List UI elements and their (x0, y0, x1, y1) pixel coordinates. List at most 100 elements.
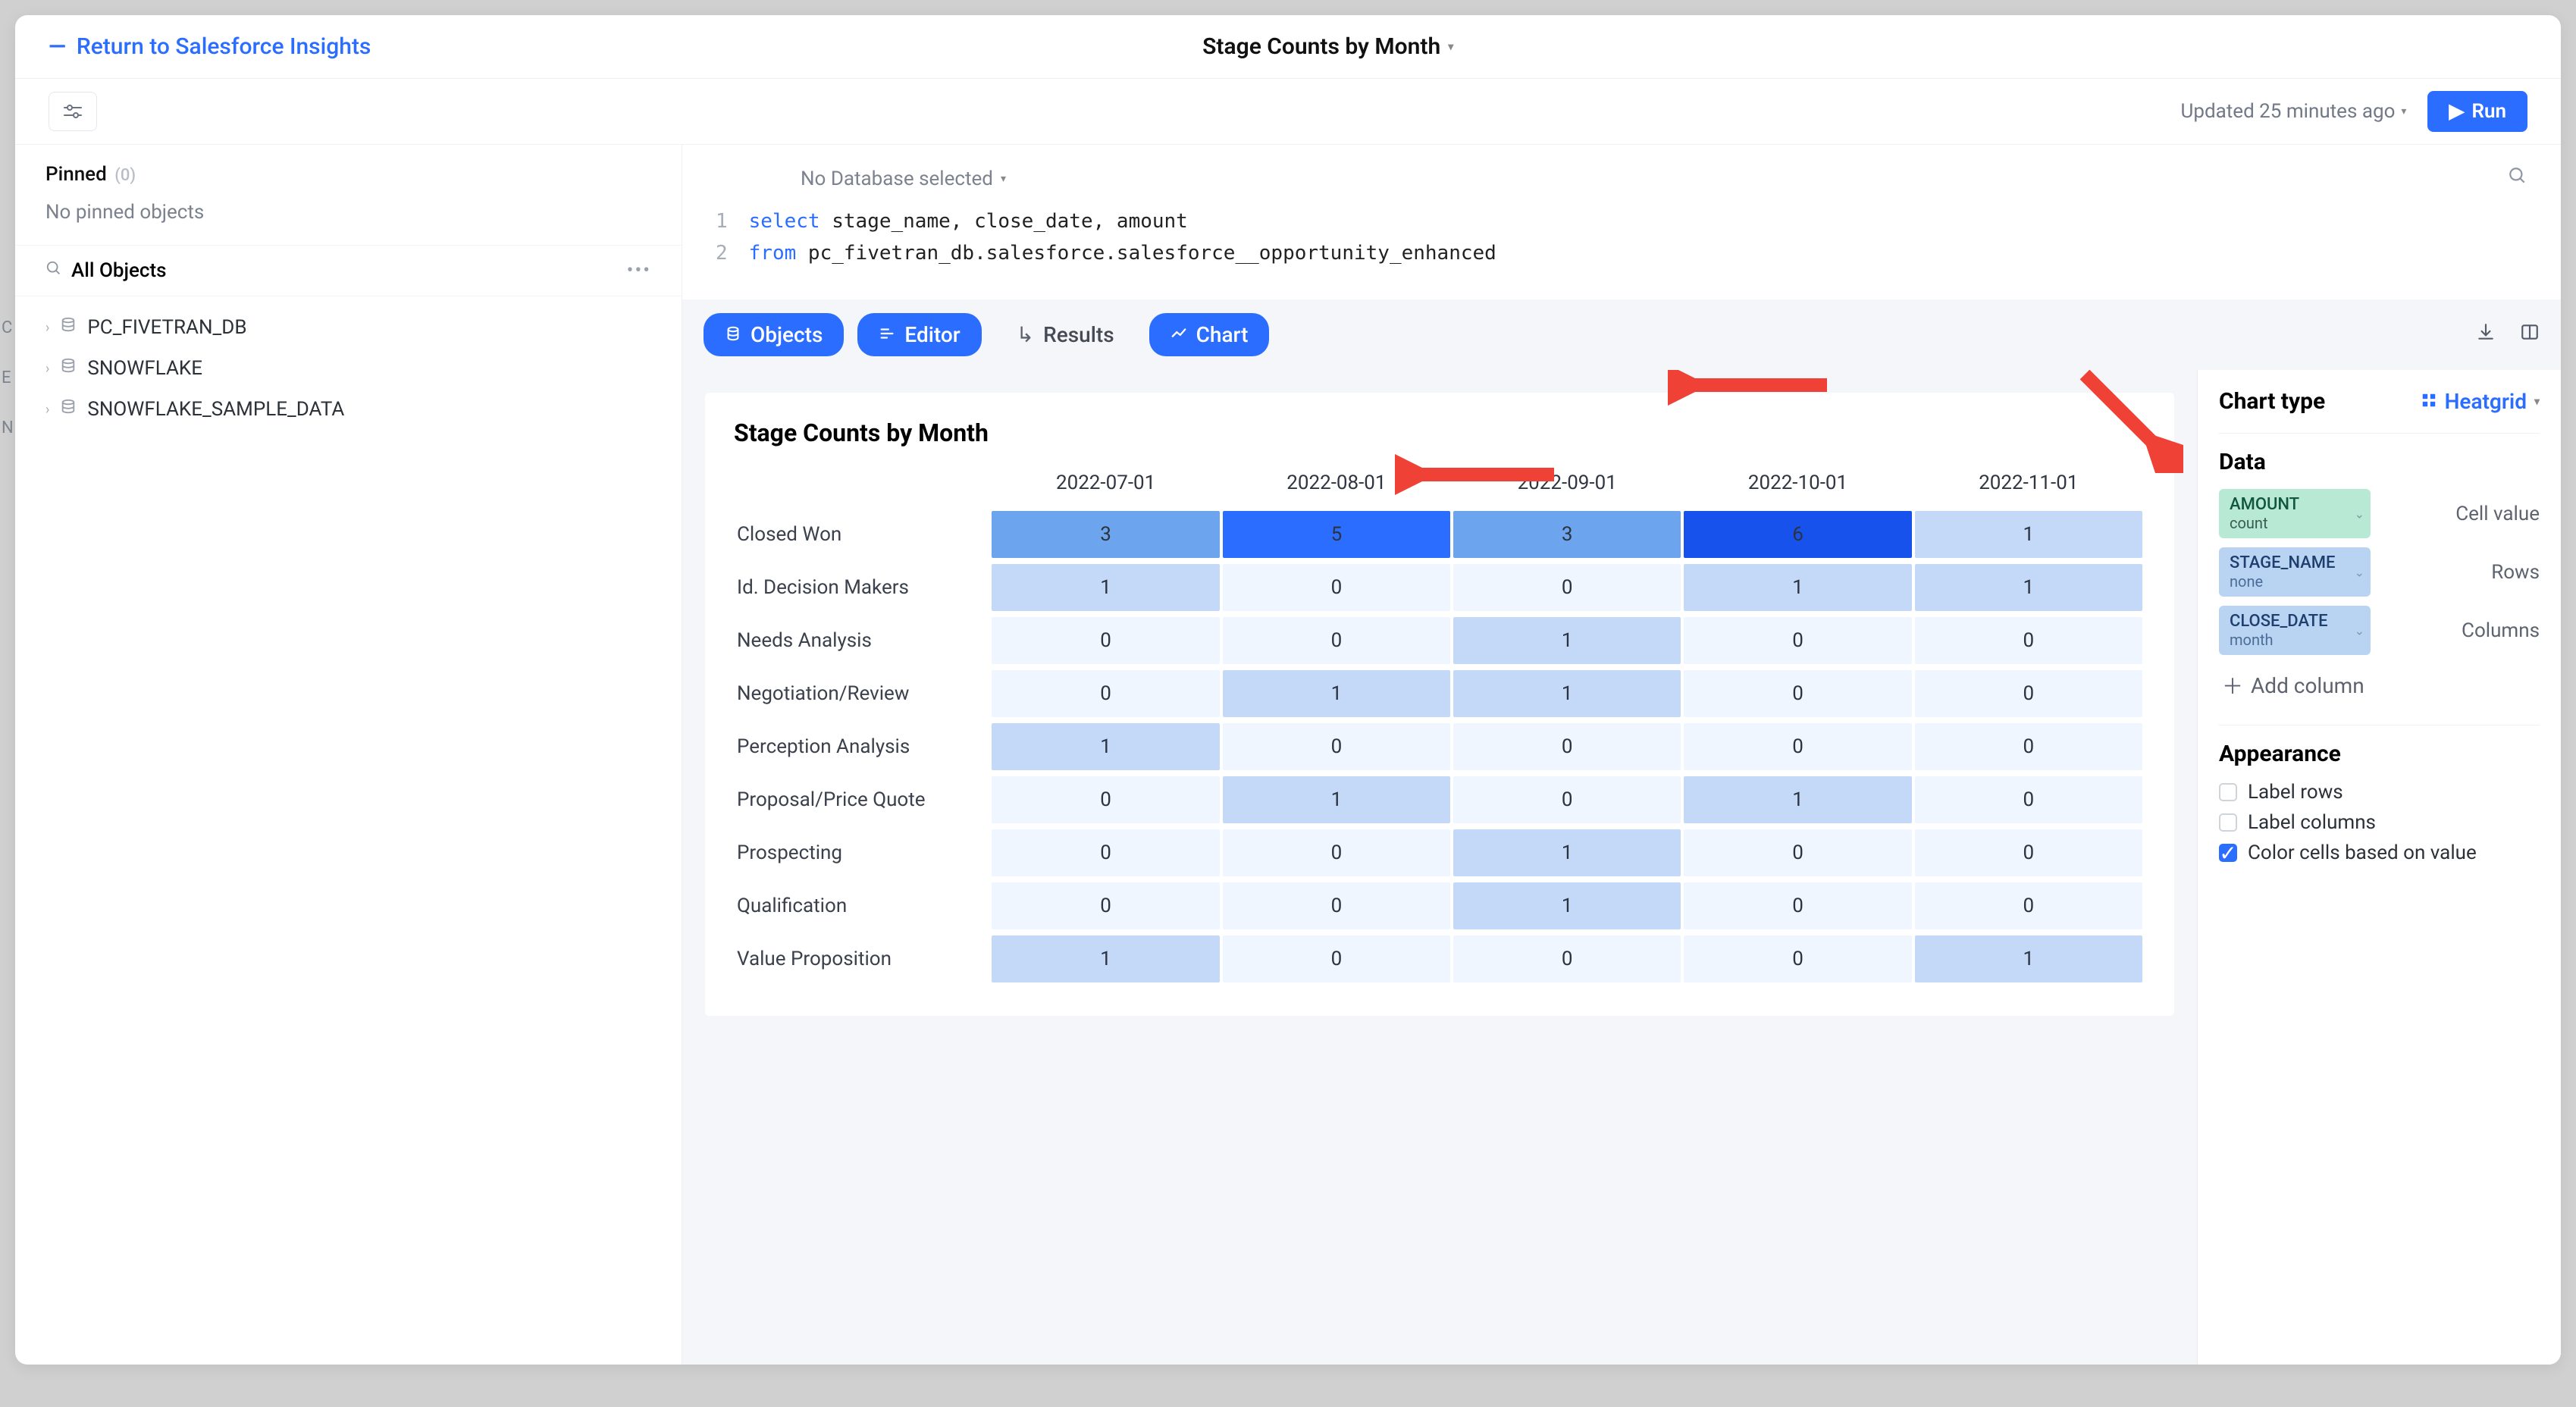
heatgrid-cell[interactable]: 0 (1223, 564, 1450, 611)
heatgrid-row: Closed Won35361 (737, 511, 2142, 558)
sidebar: Pinned (0) No pinned objects All Objects… (15, 145, 682, 1365)
heatgrid-cell[interactable]: 0 (1453, 564, 1681, 611)
heatgrid-cell[interactable]: 1 (992, 723, 1219, 770)
heatgrid-cell[interactable]: 1 (1453, 882, 1681, 929)
option-color-cells[interactable]: ✓ Color cells based on value (2219, 841, 2540, 864)
heatgrid-cell[interactable]: 0 (1684, 617, 1911, 664)
heatgrid-cell[interactable]: 1 (992, 935, 1219, 982)
filters-button[interactable] (49, 92, 97, 131)
heatgrid-cell[interactable]: 5 (1223, 511, 1450, 558)
run-button[interactable]: ▶ Run (2427, 91, 2527, 132)
heatgrid-cell[interactable]: 0 (992, 617, 1219, 664)
chip-cell-value[interactable]: AMOUNT count ⌄ (2219, 489, 2371, 538)
option-label-columns[interactable]: Label columns (2219, 811, 2540, 834)
chip-field: AMOUNT (2230, 495, 2299, 514)
objects-icon (725, 322, 741, 347)
updated-status[interactable]: Updated 25 minutes ago ▾ (2181, 100, 2407, 123)
minus-icon: — (49, 33, 66, 60)
heatgrid-cell[interactable]: 0 (1223, 723, 1450, 770)
heatgrid-cell[interactable]: 1 (1915, 935, 2142, 982)
search-icon (2508, 166, 2527, 186)
heatgrid-cell[interactable]: 0 (1684, 829, 1911, 876)
tree-item-label: PC_FIVETRAN_DB (87, 316, 246, 339)
tab-results[interactable]: ↳ Results (995, 313, 1136, 356)
heatgrid-row: Value Proposition10001 (737, 935, 2142, 982)
chip-field: CLOSE_DATE (2230, 612, 2328, 631)
heatgrid-cell[interactable]: 1 (1223, 670, 1450, 717)
return-link[interactable]: — Return to Salesforce Insights (49, 33, 371, 60)
tab-label: Chart (1196, 322, 1249, 347)
tree-item-db[interactable]: › SNOWFLAKE_SAMPLE_DATA (30, 389, 666, 430)
option-label-rows[interactable]: Label rows (2219, 781, 2540, 804)
tab-label: Objects (751, 322, 823, 347)
sql-editor[interactable]: 1 2 select stage_name, close_date, amoun… (682, 191, 2561, 299)
chart-type-selector[interactable]: Heatgrid ▾ (2421, 389, 2540, 414)
heatgrid-cell[interactable]: 0 (1915, 617, 2142, 664)
all-objects-heading[interactable]: All Objects (45, 259, 167, 282)
heatgrid-cell[interactable]: 0 (992, 829, 1219, 876)
heatgrid-cell[interactable]: 0 (1453, 723, 1681, 770)
editor-icon (879, 322, 895, 347)
heatgrid-cell[interactable]: 0 (1684, 723, 1911, 770)
add-column-button[interactable]: ＋ Add column (2219, 664, 2540, 707)
heatgrid-cell[interactable]: 1 (1453, 829, 1681, 876)
heatgrid-cell[interactable]: 0 (992, 882, 1219, 929)
heatgrid-cell[interactable]: 0 (1223, 829, 1450, 876)
download-button[interactable] (2476, 322, 2496, 347)
heatgrid-cell[interactable]: 0 (1453, 776, 1681, 823)
chart-type-heading: Chart type (2219, 388, 2325, 415)
chip-agg: count (2230, 514, 2348, 532)
heatgrid-cell[interactable]: 0 (1915, 776, 2142, 823)
chevron-down-icon: ⌄ (2355, 506, 2364, 521)
heatgrid-cell[interactable]: 0 (1684, 882, 1911, 929)
heatgrid-row: Prospecting00100 (737, 829, 2142, 876)
pinned-count: (0) (114, 166, 136, 185)
heatgrid-cell[interactable]: 0 (1223, 935, 1450, 982)
chip-columns[interactable]: CLOSE_DATE month ⌄ (2219, 606, 2371, 655)
tree-item-db[interactable]: › SNOWFLAKE (30, 348, 666, 389)
heatgrid-cell[interactable]: 6 (1684, 511, 1911, 558)
heatgrid-row: Id. Decision Makers10011 (737, 564, 2142, 611)
heatgrid-row: Perception Analysis10000 (737, 723, 2142, 770)
heatgrid-row-label: Prospecting (737, 829, 989, 876)
tab-editor[interactable]: Editor (857, 313, 981, 356)
heatgrid-cell[interactable]: 0 (992, 670, 1219, 717)
heatgrid-cell[interactable]: 0 (1915, 829, 2142, 876)
tree-item-db[interactable]: › PC_FIVETRAN_DB (30, 307, 666, 348)
heatgrid-cell[interactable]: 0 (1223, 617, 1450, 664)
database-selector-text: No Database selected (801, 168, 993, 190)
heatgrid-cell[interactable]: 0 (992, 776, 1219, 823)
heatgrid-cell[interactable]: 0 (1453, 935, 1681, 982)
database-selector[interactable]: No Database selected ▾ (801, 168, 1006, 190)
heatgrid-cell[interactable]: 0 (1684, 670, 1911, 717)
heatgrid-cell[interactable]: 0 (1915, 670, 2142, 717)
heatgrid-cell[interactable]: 1 (1915, 511, 2142, 558)
more-menu-icon[interactable]: ••• (627, 259, 651, 282)
chip-field: STAGE_NAME (2230, 553, 2335, 572)
heatgrid-cell[interactable]: 1 (1223, 776, 1450, 823)
tree-item-label: SNOWFLAKE (87, 357, 202, 380)
search-button[interactable] (2508, 166, 2527, 191)
chart-config-panel: Chart type Heatgrid ▾ Data AMOUNT count (2197, 370, 2561, 1365)
gutter-line: 1 (716, 206, 728, 238)
heatgrid-cell[interactable]: 1 (1915, 564, 2142, 611)
tab-objects[interactable]: Objects (704, 313, 844, 356)
tab-chart[interactable]: Chart (1149, 313, 1270, 356)
chip-agg: none (2230, 572, 2348, 591)
panel-toggle-button[interactable] (2520, 322, 2540, 347)
heatgrid-cell[interactable]: 1 (1684, 564, 1911, 611)
heatgrid-cell[interactable]: 0 (1223, 882, 1450, 929)
heatgrid-cell[interactable]: 1 (992, 564, 1219, 611)
heatgrid-cell[interactable]: 1 (1684, 776, 1911, 823)
download-icon (2476, 322, 2496, 342)
heatgrid-cell[interactable]: 1 (1453, 617, 1681, 664)
heatgrid-cell[interactable]: 3 (992, 511, 1219, 558)
heatgrid-cell[interactable]: 0 (1684, 935, 1911, 982)
heatgrid-cell[interactable]: 3 (1453, 511, 1681, 558)
heatgrid-cell[interactable]: 1 (1453, 670, 1681, 717)
page-title[interactable]: Stage Counts by Month ▾ (371, 33, 2285, 60)
heatgrid-cell[interactable]: 0 (1915, 882, 2142, 929)
chip-rows[interactable]: STAGE_NAME none ⌄ (2219, 547, 2371, 597)
heatgrid-cell[interactable]: 0 (1915, 723, 2142, 770)
all-objects-label: All Objects (71, 259, 167, 282)
